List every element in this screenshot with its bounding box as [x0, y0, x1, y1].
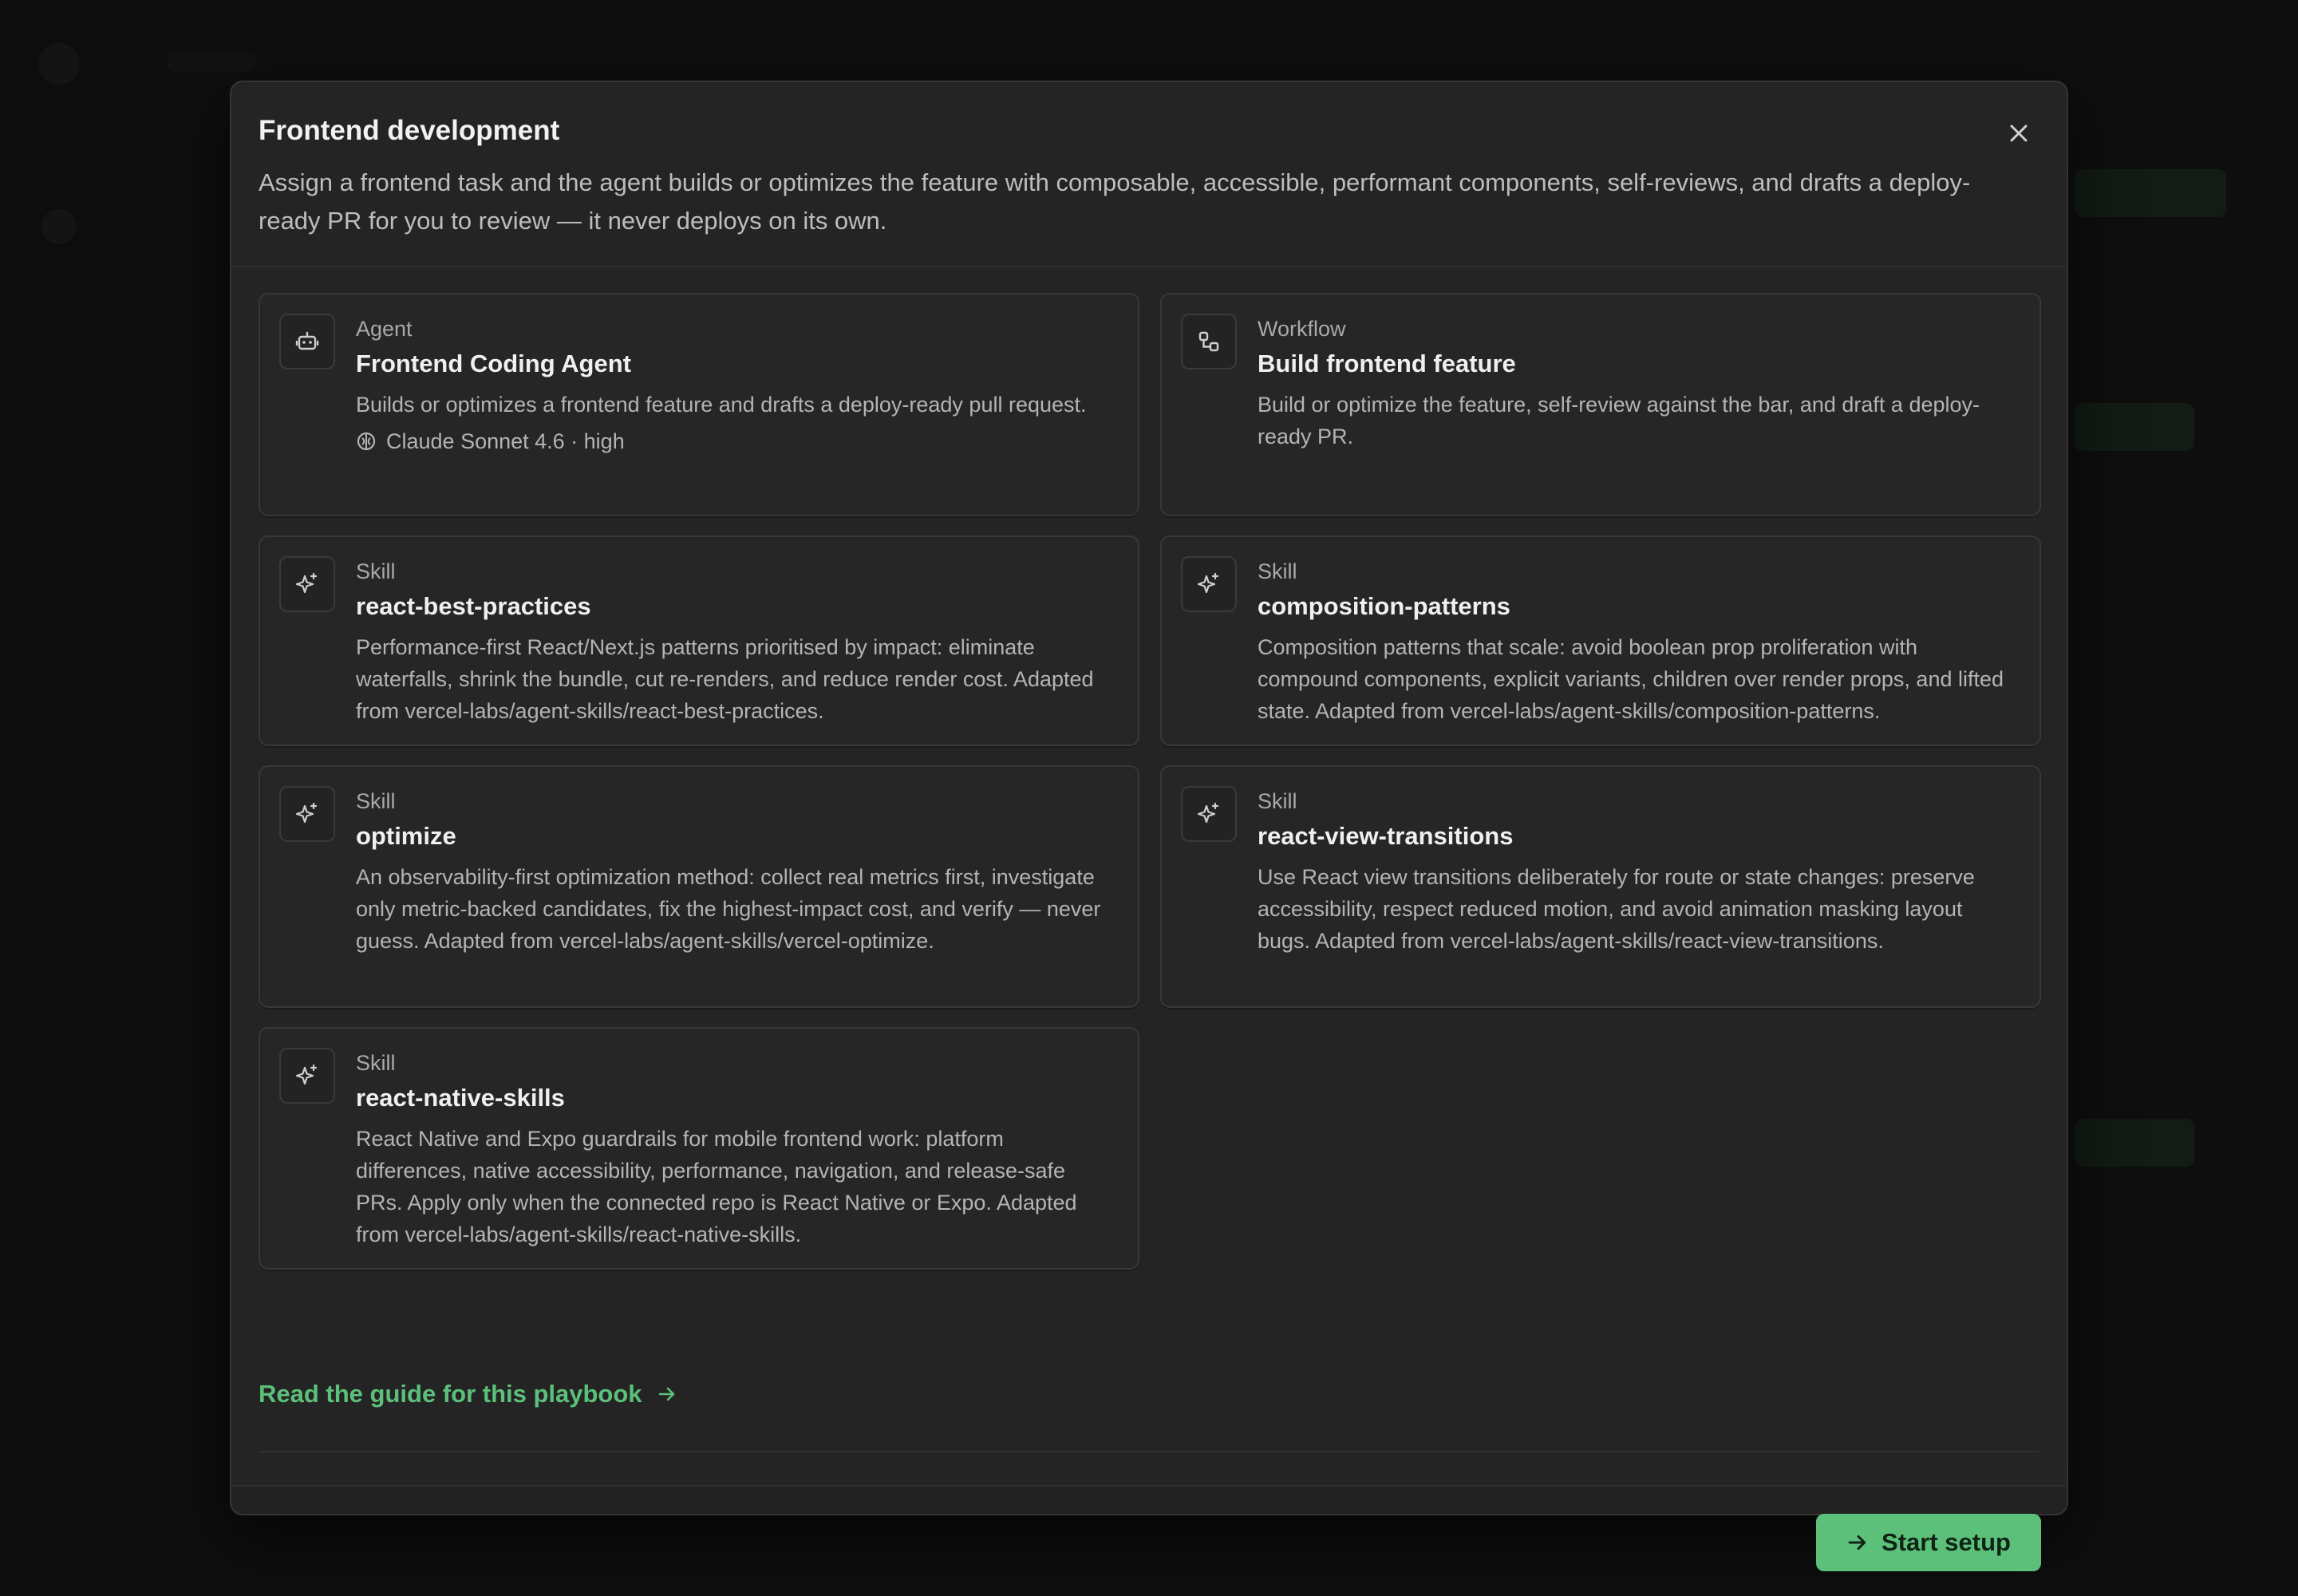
card-description: Use React view transitions deliberately … [1258, 865, 1975, 953]
card-kind: Skill [356, 559, 396, 583]
sparkle-icon [279, 1048, 335, 1104]
sparkle-icon [279, 786, 335, 842]
model-meta: Claude Sonnet 4.6 · high [356, 425, 1114, 457]
workflow-icon [1181, 314, 1237, 369]
card-title: react-native-skills [356, 1084, 565, 1112]
card-kind: Workflow [1258, 317, 1346, 341]
skill-card[interactable]: Skill react-native-skills React Native a… [259, 1027, 1139, 1270]
modal-description: Assign a frontend task and the agent bui… [259, 168, 1971, 235]
card-title: optimize [356, 822, 456, 850]
modal-title: Frontend development [259, 115, 560, 146]
card-kind: Skill [1258, 559, 1297, 583]
guide-link[interactable]: Read the guide for this playbook [259, 1380, 677, 1408]
divider [259, 1451, 2039, 1452]
skill-card[interactable]: Skill react-view-transitions Use React v… [1160, 765, 2041, 1008]
card-title: Build frontend feature [1258, 350, 1516, 377]
card-description: Composition patterns that scale: avoid b… [1258, 635, 2004, 723]
start-setup-label: Start setup [1881, 1528, 2011, 1556]
guide-link-label: Read the guide for this playbook [259, 1380, 642, 1408]
skill-card[interactable]: Skill composition-patterns Composition p… [1160, 535, 2041, 746]
card-description: React Native and Expo guardrails for mob… [356, 1127, 1077, 1246]
card-kind: Skill [356, 1051, 396, 1075]
start-setup-button[interactable]: Start setup [1816, 1514, 2041, 1571]
skill-card[interactable]: Skill react-best-practices Performance-f… [259, 535, 1139, 746]
card-description: Build or optimize the feature, self-revi… [1258, 393, 1980, 448]
modal-footer: Start setup [231, 1485, 2067, 1571]
card-title: composition-patterns [1258, 592, 1510, 620]
skill-card[interactable]: Skill optimize An observability-first op… [259, 765, 1139, 1008]
card-title: Frontend Coding Agent [356, 350, 631, 377]
playbook-modal: Frontend development Assign a frontend t… [230, 81, 2068, 1571]
arrow-right-icon [658, 1387, 674, 1401]
card-title: react-view-transitions [1258, 822, 1514, 850]
sparkle-icon [279, 556, 335, 612]
card-description: Performance-first React/Next.js patterns… [356, 635, 1094, 723]
card-kind: Skill [1258, 789, 1297, 813]
workflow-card[interactable]: Workflow Build frontend feature Build or… [1160, 293, 2041, 516]
close-button[interactable] [2003, 117, 2035, 149]
close-icon [2010, 124, 2028, 142]
brain-icon [357, 432, 376, 451]
arrow-right-icon [1848, 1535, 1866, 1551]
sparkle-icon [1181, 556, 1237, 612]
model-label: Claude Sonnet 4.6 · high [386, 429, 625, 453]
card-title: react-best-practices [356, 592, 591, 620]
card-kind: Skill [356, 789, 396, 813]
robot-icon [279, 314, 335, 369]
card-description: Builds or optimizes a frontend feature a… [356, 393, 1087, 417]
sparkle-icon [1181, 786, 1237, 842]
card-description: An observability-first optimization meth… [356, 865, 1101, 953]
card-kind: Agent [356, 317, 413, 341]
agent-card[interactable]: Agent Frontend Coding Agent Builds or op… [259, 293, 1139, 516]
modal-header: Frontend development Assign a frontend t… [231, 82, 2067, 267]
